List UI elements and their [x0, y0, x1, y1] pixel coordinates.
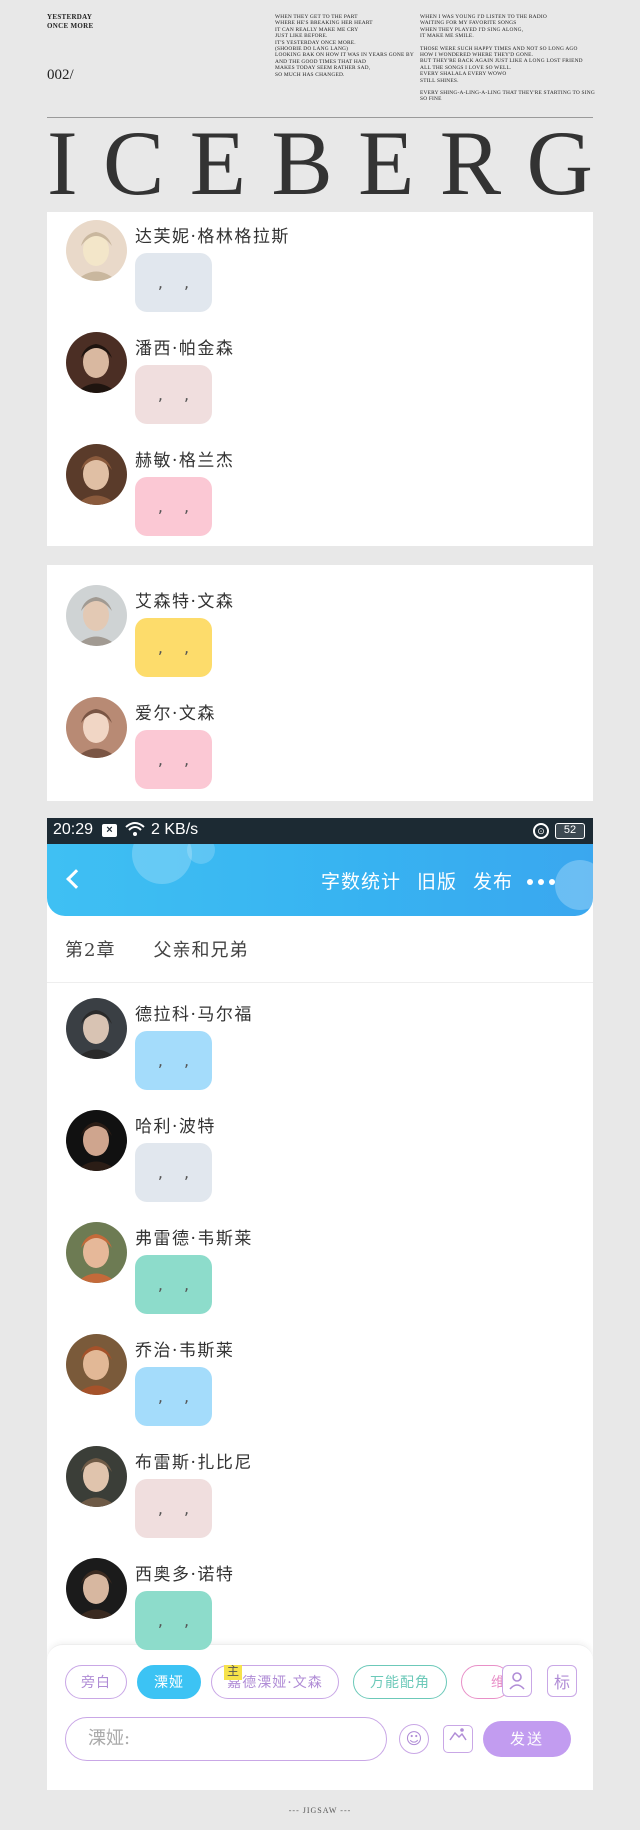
speech-bubble[interactable]: , ,	[135, 253, 212, 312]
dialogue-entry[interactable]: 赫敏·格兰杰 , ,	[66, 444, 546, 546]
avatar[interactable]	[66, 444, 127, 505]
header-actions: 字数统计 旧版 发布	[321, 867, 513, 894]
dialogue-panel-2: 艾森特·文森 , , 爱尔·文森 , ,	[47, 565, 593, 801]
character-name: 艾森特·文森	[135, 592, 235, 612]
chapter-heading[interactable]: 第2章 父亲和兄弟	[65, 936, 248, 962]
character-name: 德拉科·马尔福	[135, 1005, 253, 1025]
speech-bubble[interactable]: , ,	[135, 365, 212, 424]
status-bar: 20:29 × 2 KB/s ⊙ 52	[47, 818, 593, 844]
title-letter: I	[47, 112, 78, 214]
avatar[interactable]	[66, 1110, 127, 1171]
dialogue-entry[interactable]: 乔治·韦斯莱 , ,	[66, 1334, 546, 1446]
avatar[interactable]	[66, 220, 127, 281]
avatar[interactable]	[66, 998, 127, 1059]
wifi-icon	[125, 821, 145, 840]
back-arrow-icon[interactable]	[66, 869, 86, 889]
character-name: 潘西·帕金森	[135, 339, 235, 359]
character-name: 弗雷德·韦斯莱	[135, 1229, 253, 1249]
decoration-bubble	[132, 844, 192, 884]
dialogue-entry[interactable]: 爱尔·文森 , ,	[66, 697, 546, 801]
chip-universal-role[interactable]: 万能配角	[353, 1665, 447, 1699]
avatar[interactable]	[66, 697, 127, 758]
speech-bubble[interactable]: , ,	[135, 1255, 212, 1314]
battery-icon: 52	[555, 823, 585, 839]
poster-header: YESTERDAY ONCE MORE 002/ WHEN THEY GET T…	[0, 0, 640, 210]
tagline-line2: ONCE MORE	[47, 22, 94, 30]
poster-title: ICEBERG	[47, 112, 593, 214]
title-letter: G	[526, 112, 593, 214]
chip-narration[interactable]: 旁白	[65, 1665, 127, 1699]
publish-button[interactable]: 发布	[473, 867, 513, 894]
chapter-title: 父亲和兄弟	[153, 940, 249, 961]
tagline-line1: YESTERDAY	[47, 13, 93, 21]
character-name: 爱尔·文森	[135, 704, 216, 724]
avatar[interactable]	[66, 585, 127, 646]
dialogue-entry[interactable]: 潘西·帕金森 , ,	[66, 332, 546, 444]
dialogue-entry[interactable]: 艾森特·文森 , ,	[66, 585, 546, 697]
avatar[interactable]	[66, 1446, 127, 1507]
dialogue-entry[interactable]: 哈利·波特 , ,	[66, 1110, 546, 1222]
role-chips: 旁白 溧娅 主 嘉德溧娅·文森 万能配角 维	[65, 1665, 545, 1701]
title-letter: R	[439, 112, 502, 214]
character-name: 布雷斯·扎比尼	[135, 1453, 253, 1473]
issue-number: 002/	[47, 67, 74, 83]
dialogue-entry[interactable]: 达芙妮·格林格拉斯 , ,	[66, 220, 546, 332]
avatar[interactable]	[66, 1222, 127, 1283]
speech-bubble[interactable]: , ,	[135, 618, 212, 677]
emoji-icon[interactable]: ☺	[399, 1724, 429, 1754]
decoration-bubble	[187, 844, 215, 864]
dialogue-entry[interactable]: 弗雷德·韦斯莱 , ,	[66, 1222, 546, 1334]
character-name: 哈利·波特	[135, 1117, 216, 1137]
footer-credit: --- JIGSAW ---	[288, 1806, 352, 1815]
rotation-lock-icon: ⊙	[533, 823, 549, 839]
speech-bubble[interactable]: , ,	[135, 1143, 212, 1202]
character-name: 赫敏·格兰杰	[135, 451, 235, 471]
speech-bubble[interactable]: , ,	[135, 730, 212, 789]
title-letter: E	[189, 112, 246, 214]
more-options-icon[interactable]	[527, 879, 555, 885]
character-name: 乔治·韦斯莱	[135, 1341, 235, 1361]
lyrics-right: WHEN I WAS YOUNG I'D LISTEN TO THE RADIO…	[420, 14, 600, 109]
word-count-button[interactable]: 字数统计	[321, 867, 401, 894]
old-version-button[interactable]: 旧版	[417, 867, 457, 894]
character-name: 西奥多·诺特	[135, 1565, 235, 1585]
message-input[interactable]: 溧娅:	[65, 1717, 387, 1761]
title-letter: B	[271, 112, 333, 214]
send-button[interactable]: 发送	[483, 1721, 571, 1757]
network-speed: 2 KB/s	[151, 821, 199, 838]
speech-bubble[interactable]: , ,	[135, 477, 212, 536]
speech-bubble[interactable]: , ,	[135, 1591, 212, 1650]
main-role-badge: 主	[224, 1665, 242, 1680]
speech-bubble[interactable]: , ,	[135, 1031, 212, 1090]
status-time: 20:29	[53, 821, 94, 838]
decoration-bubble	[555, 860, 593, 910]
chip-current-role[interactable]: 溧娅	[137, 1665, 201, 1699]
poster-tagline: YESTERDAY ONCE MORE	[47, 13, 93, 31]
title-letter: C	[103, 112, 165, 214]
avatar[interactable]	[66, 1558, 127, 1619]
app-screen: 20:29 × 2 KB/s ⊙ 52 字数统计 旧版 发布 第2章 父亲和兄弟 …	[47, 818, 593, 1790]
divider	[47, 982, 593, 983]
character-name: 达芙妮·格林格拉斯	[135, 227, 290, 247]
speech-bubble[interactable]: , ,	[135, 1479, 212, 1538]
lyrics-paragraph: EVERY SHING-A-LING-A-LING THAT THEY'RE S…	[420, 90, 595, 103]
notification-x-icon: ×	[102, 824, 117, 837]
avatar[interactable]	[66, 1334, 127, 1395]
dialogue-entry[interactable]: 德拉科·马尔福 , ,	[66, 998, 546, 1110]
dialogue-panel-1: 达芙妮·格林格拉斯 , , 潘西·帕金森 , , 赫敏·格兰杰 , ,	[47, 212, 593, 546]
image-icon[interactable]	[443, 1725, 473, 1753]
tag-button[interactable]: 标	[547, 1665, 577, 1697]
lyrics-paragraph: WHEN I WAS YOUNG I'D LISTEN TO THE RADIO…	[420, 14, 547, 40]
title-letter: E	[358, 112, 415, 214]
dialogue-entry[interactable]: 布雷斯·扎比尼 , ,	[66, 1446, 546, 1558]
dialogue-entry[interactable]: 西奥多·诺特 , ,	[66, 1558, 546, 1670]
speech-bubble[interactable]: , ,	[135, 1367, 212, 1426]
chapter-number: 第2章	[65, 940, 116, 961]
avatar[interactable]	[66, 332, 127, 393]
lyrics-paragraph: THOSE WERE SUCH HAPPY TIMES AND NOT SO L…	[420, 45, 583, 84]
app-header: 字数统计 旧版 发布	[47, 844, 593, 916]
